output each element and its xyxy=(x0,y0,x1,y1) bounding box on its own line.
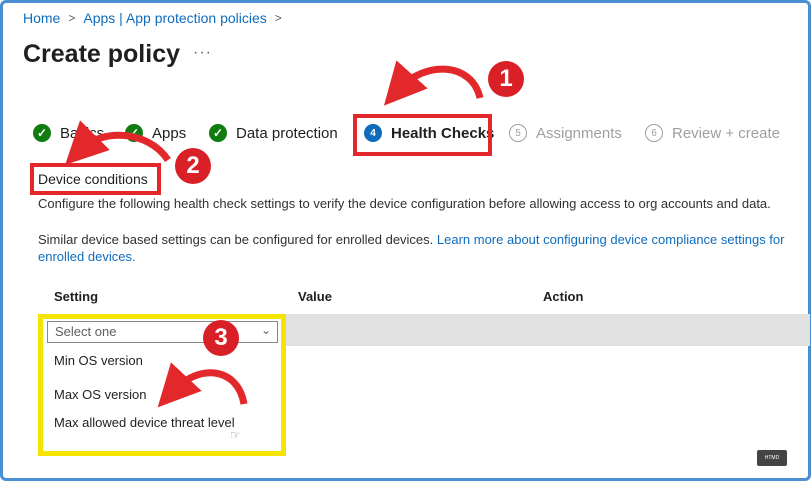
annotation-badge-2: 2 xyxy=(175,148,211,184)
annotation-arrow-3 xyxy=(157,362,248,408)
annotation-arrow-2 xyxy=(65,120,171,165)
annotation-badge-1: 1 xyxy=(488,61,524,97)
watermark-logo: HTMD xyxy=(757,450,787,466)
annotation-arrow-1 xyxy=(383,60,484,106)
annotation-arrows xyxy=(65,60,484,408)
annotation-badge-3: 3 xyxy=(203,320,239,356)
